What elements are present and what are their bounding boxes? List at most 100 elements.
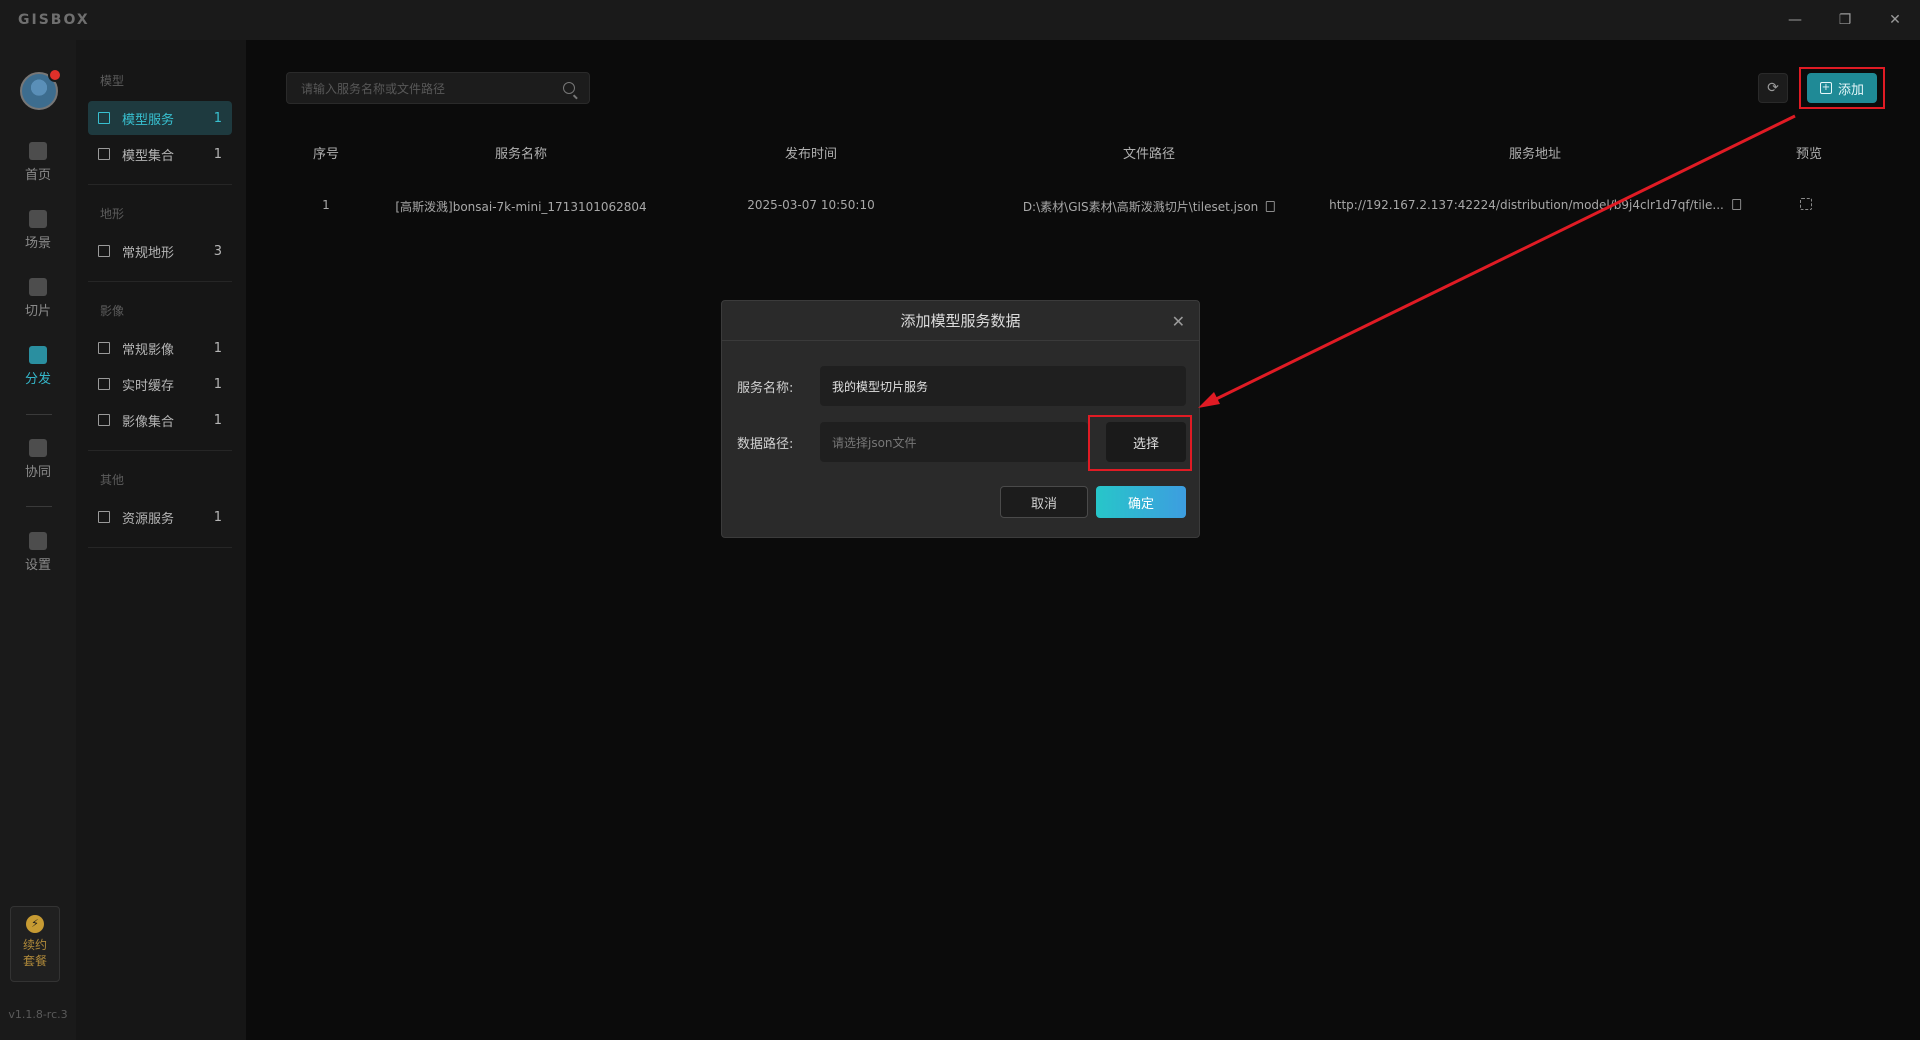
scene-icon — [29, 209, 47, 228]
sidebar-item-label: 常规影像 — [122, 342, 175, 358]
sidebar-item-count: 1 — [213, 509, 222, 525]
data-path-placeholder: 请选择json文件 — [832, 435, 917, 450]
close-icon[interactable]: ✕ — [1172, 312, 1185, 331]
imagery-icon — [98, 342, 110, 354]
sidebar-item-label: 资源服务 — [122, 511, 175, 527]
close-window-button[interactable]: ✕ — [1870, 0, 1920, 40]
confirm-button[interactable]: 确定 — [1096, 486, 1186, 518]
icon-rail: 首页 场景 切片 分发 协同 设置 ⚡ 续约 套餐 v1.1.8-rc.3 — [0, 40, 76, 1040]
sidebar-item-realtime-cache[interactable]: 实时缓存 1 — [88, 367, 232, 401]
rail-item-label: 协同 — [24, 464, 51, 480]
title-bar: GISBOX — ❐ ✕ — [0, 0, 1920, 40]
search-icon[interactable] — [563, 82, 575, 94]
renew-line2: 套餐 — [22, 954, 47, 968]
col-header-time: 发布时间 — [784, 147, 838, 162]
sidebar-divider — [88, 450, 232, 451]
imagery-collection-icon — [98, 414, 110, 426]
model-icon — [98, 148, 110, 160]
sidebar-divider — [88, 547, 232, 548]
group-title-other: 其他 — [100, 473, 125, 487]
rail-item-distribute[interactable]: 分发 — [0, 338, 76, 394]
refresh-icon: ⟳ — [1767, 80, 1779, 96]
cell-path-text: D:\素材\GIS素材\高斯泼溅切片\tileset.json — [1022, 200, 1259, 214]
sidebar-item-label: 模型集合 — [122, 148, 175, 164]
app-logo: GISBOX — [18, 12, 90, 28]
main-panel: 请输入服务名称或文件路径 ⟳ + 添加 序号 服务名称 发布时间 文件路径 服务… — [246, 40, 1920, 1040]
sidebar-item-terrain[interactable]: 常规地形 3 — [88, 234, 232, 268]
col-header-index: 序号 — [312, 147, 340, 162]
rail-item-home[interactable]: 首页 — [0, 134, 76, 190]
cell-url: http://192.167.2.137:42224/distribution/… — [1329, 198, 1741, 212]
rail-item-label: 设置 — [24, 557, 51, 573]
sidebar-item-count: 1 — [213, 376, 222, 392]
lightning-icon: ⚡ — [26, 915, 44, 933]
sidebar-item-model-service[interactable]: 模型服务 1 — [88, 101, 232, 135]
terrain-icon — [98, 245, 110, 257]
col-header-path: 文件路径 — [1122, 147, 1176, 162]
dialog-header: 添加模型服务数据 ✕ — [722, 301, 1199, 341]
window-controls: — ❐ ✕ — [1770, 0, 1920, 40]
avatar[interactable] — [20, 68, 62, 110]
slice-icon — [29, 277, 47, 296]
cell-path: D:\素材\GIS素材\高斯泼溅切片\tileset.json — [1022, 198, 1276, 215]
sidebar-item-model-collection[interactable]: 模型集合 1 — [88, 137, 232, 171]
cell-time: 2025-03-07 10:50:10 — [747, 198, 875, 212]
sidebar-item-count: 3 — [213, 243, 222, 259]
rail-divider — [26, 414, 52, 415]
rail-item-slice[interactable]: 切片 — [0, 270, 76, 326]
distribute-icon — [29, 345, 47, 364]
group-title-model: 模型 — [100, 74, 125, 88]
rail-item-scene[interactable]: 场景 — [0, 202, 76, 258]
rail-item-collaborate[interactable]: 协同 — [0, 431, 76, 487]
minimize-button[interactable]: — — [1770, 0, 1820, 40]
sidebar-item-count: 1 — [213, 412, 222, 428]
sidebar-item-imagery[interactable]: 常规影像 1 — [88, 331, 232, 365]
rail-item-label: 场景 — [24, 235, 51, 251]
rail-item-label: 分发 — [24, 371, 51, 387]
search-placeholder: 请输入服务名称或文件路径 — [301, 81, 446, 96]
notification-badge — [48, 68, 62, 82]
sidebar-divider — [88, 184, 232, 185]
renew-plan-button[interactable]: ⚡ 续约 套餐 — [10, 906, 60, 982]
rail-item-settings[interactable]: 设置 — [0, 524, 76, 580]
resource-icon — [98, 511, 110, 523]
sidebar-item-label: 影像集合 — [122, 414, 175, 430]
cell-index: 1 — [322, 198, 330, 212]
cell-name: [高斯泼溅]bonsai-7k-mini_1713101062804 — [395, 200, 647, 214]
col-header-url: 服务地址 — [1508, 147, 1562, 162]
highlight-box-select — [1088, 415, 1192, 471]
col-header-preview: 预览 — [1795, 147, 1823, 162]
rail-divider — [26, 506, 52, 507]
sidebar-item-count: 1 — [213, 110, 222, 126]
preview-icon[interactable] — [1800, 198, 1812, 210]
sidebar-item-label: 实时缓存 — [122, 378, 175, 394]
copy-icon[interactable] — [1731, 199, 1741, 210]
copy-icon[interactable] — [1266, 201, 1276, 212]
sidebar-divider — [88, 281, 232, 282]
service-name-value: 我的模型切片服务 — [832, 379, 929, 394]
renew-line1: 续约 — [22, 938, 47, 952]
cancel-button[interactable]: 取消 — [1000, 486, 1088, 518]
settings-icon — [29, 531, 47, 550]
version-label: v1.1.8-rc.3 — [8, 1008, 68, 1021]
refresh-button[interactable]: ⟳ — [1758, 73, 1788, 103]
service-name-input[interactable]: 我的模型切片服务 — [820, 366, 1186, 406]
rail-item-label: 切片 — [24, 303, 51, 319]
group-title-terrain: 地形 — [100, 207, 125, 221]
search-input[interactable]: 请输入服务名称或文件路径 — [286, 72, 590, 104]
sidebar-item-label: 常规地形 — [122, 245, 175, 261]
sidebar-item-label: 模型服务 — [122, 112, 175, 128]
data-path-label: 数据路径: — [737, 437, 794, 452]
sidebar-item-imagery-collection[interactable]: 影像集合 1 — [88, 403, 232, 437]
sidebar-item-count: 1 — [213, 146, 222, 162]
sidebar-item-resource-service[interactable]: 资源服务 1 — [88, 500, 232, 534]
service-sidebar: 模型 模型服务 1 模型集合 1 地形 常规地形 3 影像 常规影像 1 实时缓… — [76, 40, 246, 1040]
restore-button[interactable]: ❐ — [1820, 0, 1870, 40]
cell-url-text: http://192.167.2.137:42224/distribution/… — [1329, 198, 1724, 212]
rail-item-label: 首页 — [24, 167, 51, 183]
data-path-input[interactable]: 请选择json文件 — [820, 422, 1088, 462]
highlight-box-add — [1799, 67, 1885, 109]
service-name-label: 服务名称: — [737, 381, 794, 396]
model-icon — [98, 112, 110, 124]
col-header-name: 服务名称 — [494, 147, 548, 162]
